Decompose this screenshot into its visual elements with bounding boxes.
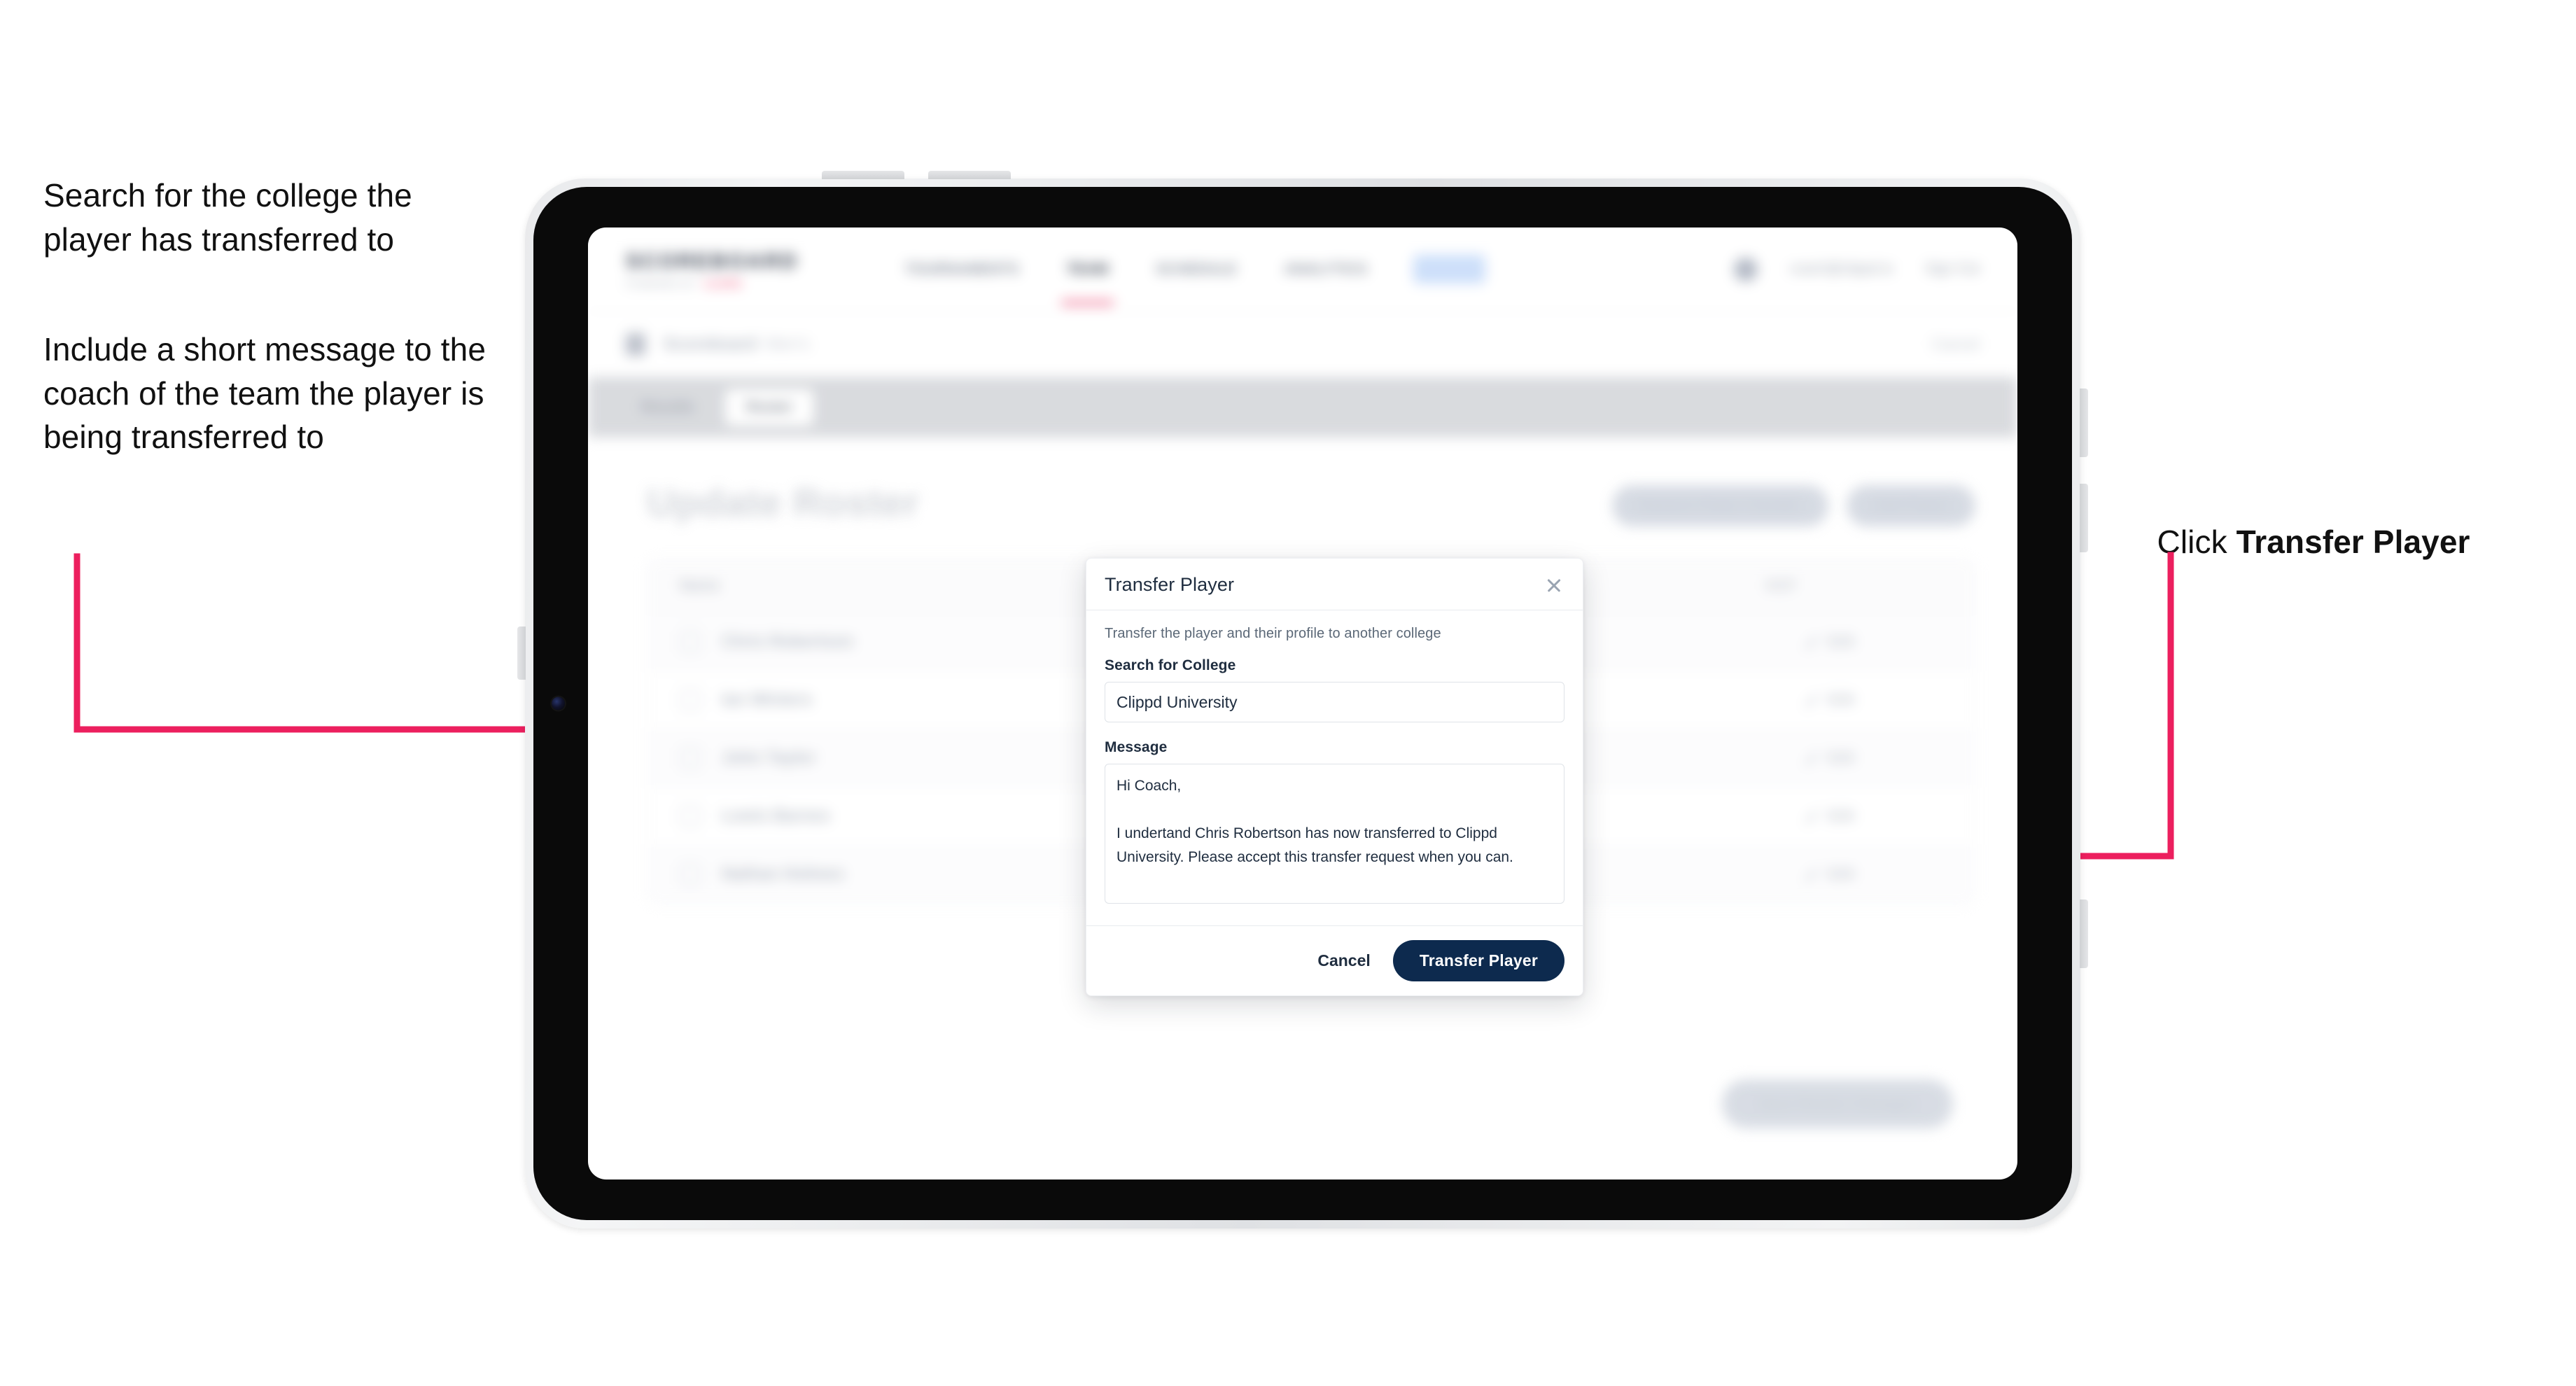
- tablet-bezel: SCOREBOARD POWERED BY CLIPPD TOURNAMENTS…: [533, 187, 2072, 1220]
- close-icon[interactable]: [1544, 575, 1564, 596]
- annotation-include-message: Include a short message to the coach of …: [43, 331, 495, 456]
- transfer-player-dialog: Transfer Player Transfer the player and …: [1086, 558, 1583, 996]
- dialog-footer: Cancel Transfer Player: [1086, 925, 1583, 995]
- volume-up-button[interactable]: [822, 171, 904, 179]
- cancel-button[interactable]: Cancel: [1313, 946, 1374, 976]
- tablet-screen: SCOREBOARD POWERED BY CLIPPD TOURNAMENTS…: [588, 227, 2017, 1180]
- message-label: Message: [1105, 739, 1168, 755]
- side-button-middle[interactable]: [2080, 484, 2088, 552]
- search-college-label: Search for College: [1105, 657, 1236, 673]
- side-button-top[interactable]: [2080, 388, 2088, 457]
- dialog-body: Transfer the player and their profile to…: [1086, 610, 1583, 925]
- volume-down-button[interactable]: [928, 171, 1011, 179]
- power-button[interactable]: [517, 626, 526, 680]
- dialog-description: Transfer the player and their profile to…: [1105, 626, 1441, 641]
- annotation-right-prefix: Click: [2157, 523, 2236, 560]
- tablet-device-frame: SCOREBOARD POWERED BY CLIPPD TOURNAMENTS…: [517, 171, 2088, 1228]
- search-college-input[interactable]: [1105, 682, 1564, 722]
- modal-layer: Transfer Player Transfer the player and …: [588, 227, 2017, 1180]
- dialog-header: Transfer Player: [1086, 559, 1583, 610]
- dialog-title: Transfer Player: [1105, 574, 1235, 595]
- transfer-player-button[interactable]: Transfer Player: [1392, 940, 1564, 981]
- screenshot-canvas: Search for the college the player has tr…: [0, 0, 2576, 1386]
- annotation-click-transfer-player: Click Transfer Player: [2121, 476, 2569, 608]
- annotation-search-college: Search for the college the player has tr…: [43, 177, 421, 258]
- front-camera-icon: [552, 696, 565, 710]
- side-button-bottom[interactable]: [2080, 899, 2088, 968]
- message-textarea[interactable]: [1105, 764, 1564, 904]
- annotation-right-bold: Transfer Player: [2236, 523, 2470, 560]
